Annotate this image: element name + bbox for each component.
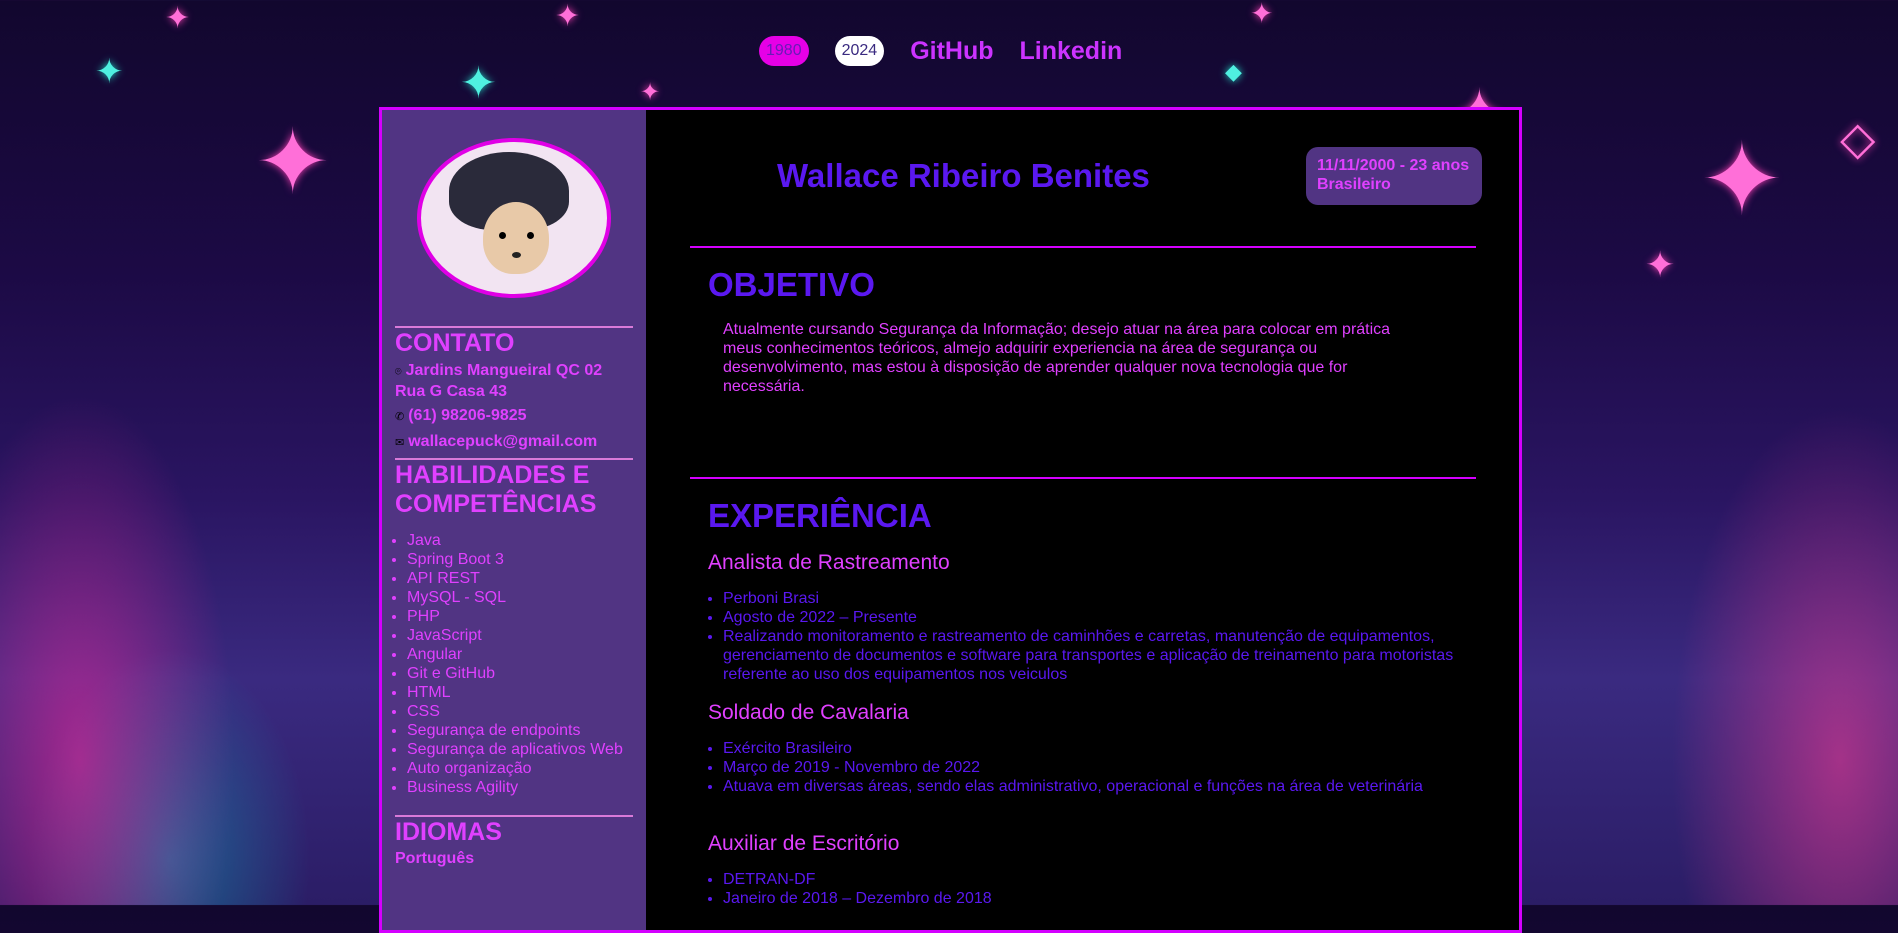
main-content: Wallace Ribeiro Benites 11/11/2000 - 23 … <box>646 110 1519 930</box>
job-details: Exército Brasileiro Março de 2019 - Nove… <box>708 739 1463 796</box>
sparkle-icon: ✦ <box>255 110 331 215</box>
skill-item: Segurança de aplicativos Web <box>407 740 633 759</box>
sparkle-icon: ✦ <box>640 78 661 106</box>
resume-card: CONTATO ⌾ Jardins Mangueiral QC 02 Rua G … <box>379 107 1522 933</box>
experience-title: EXPERIÊNCIA <box>708 497 932 534</box>
sparkle-icon: ✦ <box>165 1 191 36</box>
skill-item: Segurança de endpoints <box>407 721 633 740</box>
email-text: wallacepuck@gmail.com <box>408 433 598 450</box>
skill-item: Java <box>407 531 633 550</box>
job-period: Agosto de 2022 – Presente <box>723 608 1463 627</box>
top-nav: 1980 2024 GitHub Linkedin <box>759 32 1122 70</box>
info-badge: 11/11/2000 - 23 anos Brasileiro <box>1306 147 1482 205</box>
skill-item: JavaScript <box>407 626 633 645</box>
skill-item: API REST <box>407 569 633 588</box>
job-description: Realizando monitoramento e rastreamento … <box>723 627 1463 684</box>
avatar <box>417 138 611 298</box>
skill-item: HTML <box>407 683 633 702</box>
address: ⌾ Jardins Mangueiral QC 02 Rua G Casa 43 <box>395 361 633 401</box>
skill-item: CSS <box>407 702 633 721</box>
phone-text: (61) 98206-9825 <box>408 407 527 424</box>
birth-info: 11/11/2000 - 23 anos <box>1317 157 1470 174</box>
github-link[interactable]: GitHub <box>910 37 993 66</box>
job-details: DETRAN-DF Janeiro de 2018 – Dezembro de … <box>708 870 1463 908</box>
job-company: DETRAN-DF <box>723 870 1463 889</box>
sidebar: CONTATO ⌾ Jardins Mangueiral QC 02 Rua G … <box>382 110 646 930</box>
page-title: Wallace Ribeiro Benites <box>777 157 1150 194</box>
job-company: Exército Brasileiro <box>723 739 1463 758</box>
location-pin-icon: ⌾ <box>395 366 402 378</box>
divider <box>395 326 633 328</box>
skill-item: Angular <box>407 645 633 664</box>
job-title: Analista de Rastreamento <box>708 551 950 574</box>
sparkle-icon: ✦ <box>460 58 497 109</box>
sparkle-icon: ✦ <box>95 52 124 92</box>
linkedin-link[interactable]: Linkedin <box>1020 37 1123 66</box>
languages-title: IDIOMAS <box>395 818 502 846</box>
whatsapp-icon: ✆ <box>395 411 405 423</box>
address-text: Jardins Mangueiral QC 02 Rua G Casa 43 <box>395 362 603 400</box>
year-pill-2024[interactable]: 2024 <box>834 36 885 66</box>
contact-title: CONTATO <box>395 329 515 357</box>
nationality: Brasileiro <box>1317 176 1391 193</box>
job-period: Março de 2019 - Novembro de 2022 <box>723 758 1463 777</box>
phone[interactable]: ✆ (61) 98206-9825 <box>395 406 633 427</box>
divider <box>690 477 1476 479</box>
objective-text: Atualmente cursando Segurança da Informa… <box>723 321 1391 395</box>
skill-item: Spring Boot 3 <box>407 550 633 569</box>
job-title: Auxiliar de Escritório <box>708 832 900 855</box>
divider <box>395 815 633 817</box>
job-company: Perboni Brasi <box>723 589 1463 608</box>
divider <box>395 458 633 460</box>
job-period: Janeiro de 2018 – Dezembro de 2018 <box>723 889 1463 908</box>
sparkle-icon: ✦ <box>1645 245 1676 286</box>
sparkle-icon: ✦ <box>1250 0 1274 30</box>
year-pill-1980[interactable]: 1980 <box>759 36 809 66</box>
job-title: Soldado de Cavalaria <box>708 701 909 724</box>
skill-item: PHP <box>407 607 633 626</box>
email[interactable]: ✉ wallacepuck@gmail.com <box>395 432 633 453</box>
sparkle-icon: ◇ <box>1840 111 1876 165</box>
skill-item: Auto organização <box>407 759 633 778</box>
skill-item: Business Agility <box>407 778 633 797</box>
sparkle-icon: ✦ <box>555 0 581 34</box>
skills-list: Java Spring Boot 3 API REST MySQL - SQL … <box>395 531 633 797</box>
sparkle-icon: ◆ <box>1225 60 1242 85</box>
job-description: Atuava em diversas áreas, sendo elas adm… <box>723 777 1463 796</box>
job-details: Perboni Brasi Agosto de 2022 – Presente … <box>708 589 1463 684</box>
objective-title: OBJETIVO <box>708 266 875 303</box>
envelope-icon: ✉ <box>395 437 405 449</box>
divider <box>690 246 1476 248</box>
skills-title: HABILIDADES E COMPETÊNCIAS <box>395 461 597 518</box>
sparkle-icon: ✦ <box>1700 121 1784 238</box>
language-item: Português <box>395 850 475 867</box>
skill-item: MySQL - SQL <box>407 588 633 607</box>
skill-item: Git e GitHub <box>407 664 633 683</box>
